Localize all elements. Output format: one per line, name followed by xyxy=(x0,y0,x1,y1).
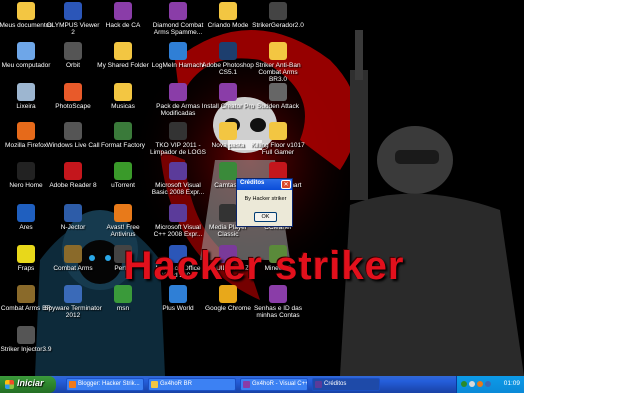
desktop-icon[interactable]: Striker Anti-Ban Combat Arms BR3.0 xyxy=(249,42,307,83)
computer-icon xyxy=(17,42,35,60)
task-app-icon xyxy=(315,381,322,388)
desktop-icon-label: Hack de CA xyxy=(105,22,141,29)
game-icon xyxy=(17,285,35,303)
visual-studio-icon xyxy=(169,204,187,222)
app-icon xyxy=(269,2,287,20)
start-label: Iniciar xyxy=(17,378,44,388)
folder-icon xyxy=(269,42,287,60)
close-icon[interactable]: ✕ xyxy=(281,180,291,189)
pdf-icon xyxy=(64,162,82,180)
task-label: Gx4hoR BR xyxy=(160,381,193,387)
recycle-bin-icon xyxy=(17,83,35,101)
windows-logo-icon xyxy=(5,380,14,389)
desktop-icon[interactable]: Musicas xyxy=(94,83,152,110)
hamachi-icon xyxy=(169,42,187,60)
dialog-titlebar[interactable]: Créditos ✕ xyxy=(237,179,292,190)
tray-clock[interactable]: 01:09 xyxy=(504,380,520,387)
desktop-icon-label: Musicas xyxy=(111,103,135,110)
taskbar-task[interactable]: Gx4hoR - Visual C++ ... xyxy=(240,378,308,391)
desktop-icon[interactable]: Format Factory xyxy=(94,122,152,149)
app-icon xyxy=(17,326,35,344)
nero-icon xyxy=(17,162,35,180)
start-button[interactable]: Iniciar xyxy=(0,376,56,393)
media-player-icon xyxy=(219,204,237,222)
taskbar-task[interactable]: Créditos xyxy=(312,378,380,391)
folder-icon xyxy=(114,83,132,101)
archive-icon xyxy=(169,2,187,20)
phone-icon xyxy=(64,122,82,140)
taskbar-task[interactable]: Blogger: Hacker Strik... xyxy=(66,378,144,391)
installer-icon xyxy=(219,83,237,101)
tray-icon[interactable] xyxy=(477,381,483,387)
tray-icon[interactable] xyxy=(485,381,491,387)
desktop-icon[interactable]: msn xyxy=(94,285,152,312)
task-app-icon xyxy=(151,381,158,388)
ares-icon xyxy=(17,204,35,222)
folder-icon xyxy=(269,122,287,140)
ok-button[interactable]: OK xyxy=(254,212,277,222)
credits-dialog: Créditos ✕ By Hacker striker OK xyxy=(236,178,293,227)
folder-icon xyxy=(114,42,132,60)
desktop-icon-label: msn xyxy=(116,305,130,312)
desktop-icon[interactable]: StrikerGerador2.0 xyxy=(249,2,307,29)
fraps-icon xyxy=(17,245,35,263)
orbit-icon xyxy=(64,42,82,60)
archive-icon xyxy=(114,2,132,20)
app-icon xyxy=(169,122,187,140)
archive-icon xyxy=(169,83,187,101)
desktop-icon[interactable]: uTorrent xyxy=(94,162,152,189)
desktop-icon-label: Format Factory xyxy=(100,142,146,149)
camtasia-icon xyxy=(219,162,237,180)
desktop-icon[interactable]: Avast! Free Antivirus xyxy=(94,204,152,238)
task-app-icon xyxy=(243,381,250,388)
visual-studio-icon xyxy=(169,162,187,180)
task-label: Créditos xyxy=(324,381,347,387)
folder-icon xyxy=(17,2,35,20)
folder-icon xyxy=(219,122,237,140)
desktop-icon-label: Sudden Attack xyxy=(257,103,299,110)
window-icon xyxy=(64,204,82,222)
desktop-icon-label: uTorrent xyxy=(111,182,135,189)
task-label: Blogger: Hacker Strik... xyxy=(78,381,140,387)
photoshop-icon xyxy=(219,42,237,60)
dialog-title: Créditos xyxy=(240,180,265,186)
taskbar: Iniciar Blogger: Hacker Strik... Gx4hoR B… xyxy=(0,376,524,393)
desktop-icon-label: Avast! Free Antivirus xyxy=(106,224,140,238)
photoscape-icon xyxy=(64,83,82,101)
folder-icon xyxy=(219,2,237,20)
desktop-icon[interactable]: Striker Injector3.9 xyxy=(0,326,55,353)
task-label: Gx4hoR - Visual C++ ... xyxy=(252,381,308,387)
desktop-screen: Meus documentos OLYMPUS Viewer 2 Hack de C… xyxy=(0,0,524,393)
desktop-icon[interactable]: Sudden Attack xyxy=(249,83,307,110)
desktop-icon-label: Striker Injector3.9 xyxy=(0,346,52,353)
wallpaper-banner-text: Hacker striker xyxy=(123,244,405,288)
desktop-icon[interactable]: Killing Floor v1017 Full Gamer xyxy=(249,122,307,156)
tray-icon[interactable] xyxy=(469,381,475,387)
desktop-icon-label: My Shared Folder xyxy=(97,62,149,69)
dialog-message: By Hacker striker xyxy=(244,196,287,202)
format-factory-icon xyxy=(114,122,132,140)
task-app-icon xyxy=(69,381,76,388)
desktop-icon-label: StrikerGerador2.0 xyxy=(252,22,304,29)
system-tray: 01:09 xyxy=(456,376,524,393)
utorrent-icon xyxy=(114,162,132,180)
firefox-icon xyxy=(17,122,35,140)
desktop-icon[interactable]: Senhas e ID das minhas Contas xyxy=(249,285,307,319)
desktop-icon-label: Killing Floor v1017 Full Gamer xyxy=(251,142,305,156)
tray-icon[interactable] xyxy=(461,381,467,387)
taskbar-task[interactable]: Gx4hoR BR xyxy=(148,378,236,391)
desktop-icon-label: Senhas e ID das minhas Contas xyxy=(253,305,303,319)
desktop-icon[interactable]: Hack de CA xyxy=(94,2,152,29)
desktop-icon-label: Striker Anti-Ban Combat Arms BR3.0 xyxy=(255,62,301,83)
game-icon xyxy=(269,83,287,101)
avast-icon xyxy=(114,204,132,222)
camera-app-icon xyxy=(64,2,82,20)
desktop-icon[interactable]: My Shared Folder xyxy=(94,42,152,69)
